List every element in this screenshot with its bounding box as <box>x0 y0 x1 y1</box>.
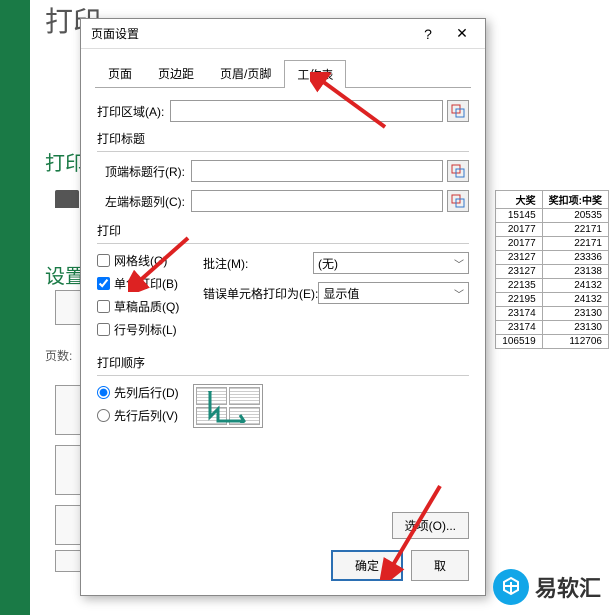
watermark: 易软汇 <box>493 569 601 605</box>
draft-checkbox[interactable]: 草稿品质(Q) <box>97 298 187 315</box>
top-row-input[interactable] <box>191 160 443 182</box>
bg-pages-label: 页数: <box>45 347 72 364</box>
errors-label: 错误单元格打印为(E): <box>203 285 318 302</box>
top-row-label: 顶端标题行(R): <box>105 163 185 180</box>
comments-label: 批注(M): <box>203 255 313 272</box>
range-select-button[interactable] <box>447 160 469 182</box>
dialog-title: 页面设置 <box>91 25 411 42</box>
print-area-label: 打印区域(A): <box>97 103 164 120</box>
chevron-down-icon: ﹀ <box>454 286 464 301</box>
tab-sheet[interactable]: 工作表 <box>284 60 346 88</box>
page-setup-dialog: 页面设置 ? ✕ 页面 页边距 页眉/页脚 工作表 打印区域(A): 打印标题 … <box>80 18 486 596</box>
tab-header-footer[interactable]: 页眉/页脚 <box>207 59 284 87</box>
mono-print-checkbox[interactable]: 单色打印(B) <box>97 275 187 292</box>
range-select-button[interactable] <box>447 190 469 212</box>
comments-select[interactable]: (无) ﹀ <box>313 252 469 274</box>
left-col-label: 左端标题列(C): <box>105 193 185 210</box>
order-preview-icon <box>193 384 263 428</box>
print-titles-label: 打印标题 <box>97 130 469 147</box>
background-data-table: 大奖奖扣项:中奖 1514520535201772217120177221712… <box>495 190 609 349</box>
tab-strip: 页面 页边距 页眉/页脚 工作表 <box>95 59 471 88</box>
bg-section-settings: 设置 <box>45 260 85 289</box>
range-select-button[interactable] <box>447 100 469 122</box>
gridlines-checkbox[interactable]: 网格线(G) <box>97 252 187 269</box>
errors-select[interactable]: 显示值 ﹀ <box>318 282 469 304</box>
over-then-down-radio[interactable]: 先行后列(V) <box>97 407 179 424</box>
cancel-button[interactable]: 取 <box>411 550 469 581</box>
tab-margins[interactable]: 页边距 <box>145 59 207 87</box>
print-section-label: 打印 <box>97 222 469 239</box>
bg-section-print: 打印 <box>45 147 85 176</box>
print-order-label: 打印顺序 <box>97 354 469 371</box>
ok-button[interactable]: 确定 <box>331 550 403 581</box>
dialog-titlebar: 页面设置 ? ✕ <box>81 19 485 49</box>
help-button[interactable]: ? <box>411 21 445 47</box>
left-col-input[interactable] <box>191 190 443 212</box>
printer-icon <box>55 190 79 208</box>
chevron-down-icon: ﹀ <box>454 256 464 271</box>
watermark-logo-icon <box>493 569 529 605</box>
print-area-input[interactable] <box>170 100 443 122</box>
rowcol-checkbox[interactable]: 行号列标(L) <box>97 321 187 338</box>
tab-page[interactable]: 页面 <box>95 59 145 87</box>
down-then-over-radio[interactable]: 先列后行(D) <box>97 384 179 401</box>
close-button[interactable]: ✕ <box>445 21 479 47</box>
options-button[interactable]: 选项(O)... <box>392 512 469 539</box>
